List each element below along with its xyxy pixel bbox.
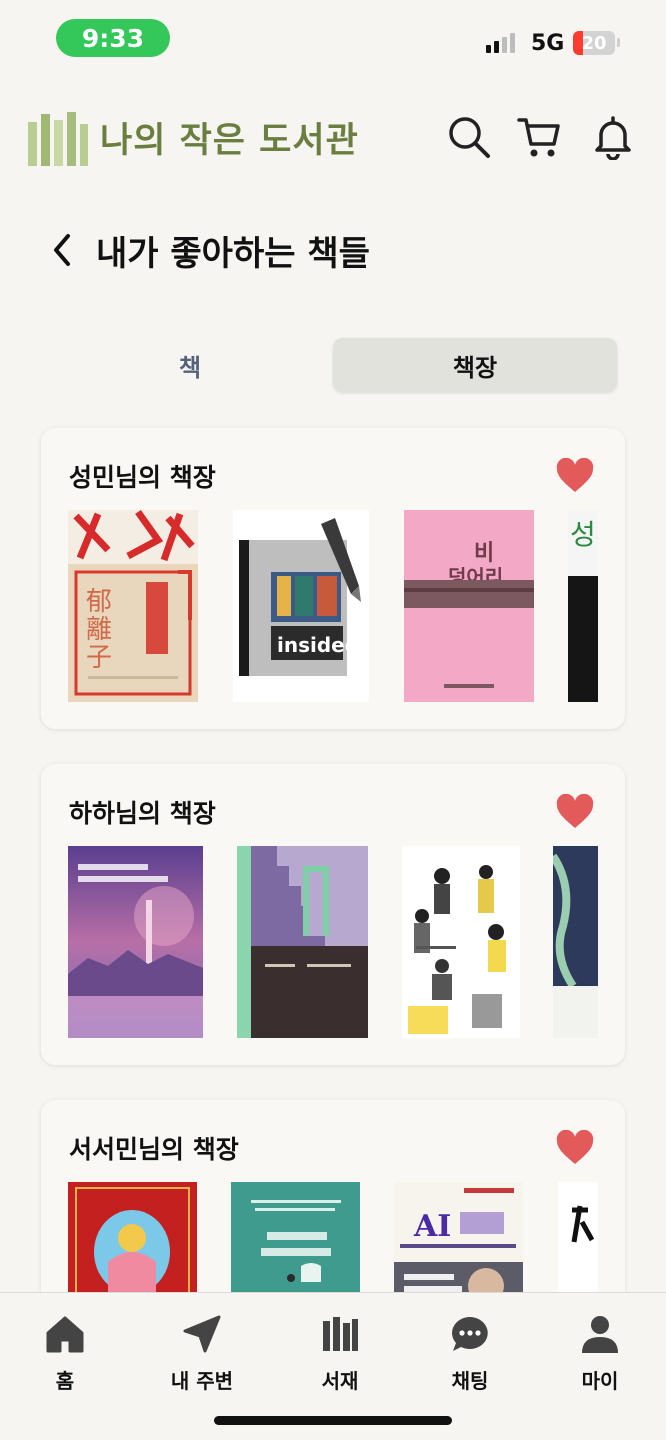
- shelf-title: 성민님의 책장: [69, 463, 216, 492]
- nav-label: 서재: [321, 1369, 359, 1393]
- nav-item-library[interactable]: 서재: [285, 1313, 395, 1393]
- svg-text:子: 子: [86, 643, 112, 673]
- shelf-books: 郁 離 子 insideout: [68, 510, 598, 704]
- nav-label: 내 주변: [170, 1369, 234, 1393]
- cart-icon[interactable]: [516, 114, 562, 160]
- page-title-row: 내가 좋아하는 책들: [0, 220, 666, 280]
- book-cover[interactable]: [553, 846, 598, 1038]
- network-type: 5G: [531, 31, 565, 56]
- book-cover[interactable]: 비 덩어리: [404, 510, 534, 702]
- page-title: 내가 좋아하는 책들: [96, 234, 370, 274]
- book-cover[interactable]: [237, 846, 368, 1038]
- app-title: 나의 작은 도서관: [100, 121, 359, 161]
- tab-bookshelves[interactable]: 책장: [333, 338, 617, 392]
- nav-item-chat[interactable]: 채팅: [415, 1313, 525, 1393]
- shelf-card[interactable]: 성민님의 책장 郁 離 子 insideou 비 덩어리 성: [41, 428, 625, 729]
- svg-text:insideout: insideout: [277, 633, 369, 657]
- svg-text:비: 비: [474, 541, 494, 566]
- home-indicator: [214, 1416, 452, 1425]
- location-arrow-icon: [183, 1315, 221, 1353]
- back-chevron-icon[interactable]: [46, 228, 82, 272]
- book-cover[interactable]: 郁 離 子: [68, 510, 198, 702]
- bookshelf-logo-icon: [28, 112, 88, 166]
- book-cover[interactable]: 성: [568, 510, 598, 702]
- chat-bubble-icon: [452, 1317, 488, 1351]
- heart-icon[interactable]: [555, 794, 595, 830]
- status-time: 9:33: [56, 19, 170, 57]
- heart-icon[interactable]: [555, 458, 595, 494]
- heart-icon[interactable]: [555, 1130, 595, 1166]
- nav-item-home[interactable]: 홈: [10, 1313, 120, 1393]
- shelf-title: 하하님의 책장: [69, 799, 216, 828]
- book-cover[interactable]: insideout: [233, 510, 369, 702]
- home-icon: [46, 1316, 84, 1353]
- nav-label: 홈: [55, 1369, 75, 1393]
- library-icon: [323, 1317, 358, 1351]
- nav-label: 채팅: [451, 1369, 489, 1393]
- nav-item-nearby[interactable]: 내 주변: [147, 1313, 257, 1393]
- book-cover[interactable]: [402, 846, 520, 1038]
- search-icon[interactable]: [446, 114, 492, 160]
- nav-label: 마이: [581, 1369, 619, 1393]
- battery-level: 20: [581, 32, 607, 54]
- shelf-title: 서서민님의 책장: [69, 1135, 239, 1164]
- svg-text:AI: AI: [413, 1209, 451, 1244]
- status-bar: 9:33 5G 20: [0, 0, 666, 80]
- shelf-card[interactable]: 하하님의 책장: [41, 764, 625, 1065]
- nav-item-my[interactable]: 마이: [545, 1313, 655, 1393]
- bell-icon[interactable]: [590, 114, 636, 160]
- app-header: 나의 작은 도서관: [0, 100, 666, 180]
- tab-books[interactable]: 책: [48, 338, 332, 392]
- svg-text:郁: 郁: [86, 587, 112, 617]
- book-cover[interactable]: [68, 846, 203, 1038]
- shelf-books: [68, 846, 598, 1040]
- battery-icon: 20: [573, 31, 615, 55]
- signal-strength-icon: [486, 33, 515, 53]
- svg-text:성: 성: [570, 518, 596, 551]
- svg-text:離: 離: [86, 615, 112, 645]
- person-icon: [582, 1316, 618, 1353]
